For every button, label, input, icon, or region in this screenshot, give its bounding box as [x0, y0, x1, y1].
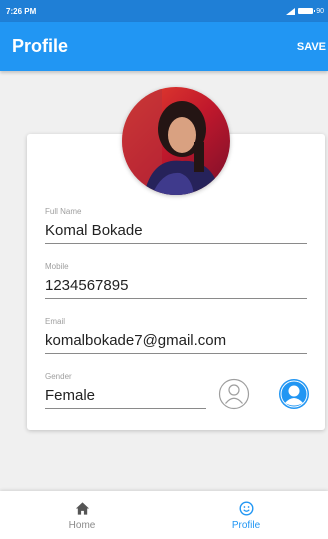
nav-label-home: Home — [68, 520, 96, 531]
signal-icon — [286, 7, 296, 15]
smiley-icon — [239, 501, 253, 516]
battery-icon — [298, 8, 316, 14]
status-bar: 7:26 PM 90 — [0, 0, 328, 22]
page-title: Profile — [12, 36, 69, 56]
full-name-field[interactable]: Full Name Komal Bokade — [45, 207, 307, 244]
nav-item-profile[interactable]: Profile — [164, 491, 328, 539]
avatar-photo — [122, 87, 230, 195]
male-person-outline-icon[interactable] — [218, 378, 250, 410]
status-icons: 90 — [286, 7, 324, 15]
mobile-input[interactable]: 1234567895 — [45, 277, 307, 299]
home-icon — [75, 502, 89, 515]
female-person-filled-icon[interactable] — [278, 378, 310, 410]
nav-item-home[interactable]: Home — [0, 491, 164, 539]
full-name-input[interactable]: Komal Bokade — [45, 222, 307, 244]
mobile-label: Mobile — [45, 262, 69, 271]
status-time: 7:26 PM — [6, 6, 37, 16]
gender-label: Gender — [45, 372, 72, 381]
email-input[interactable]: komalbokade7@gmail.com — [45, 332, 307, 354]
bottom-nav: Home Profile — [0, 491, 328, 539]
full-name-label: Full Name — [45, 207, 82, 216]
nav-label-profile: Profile — [231, 520, 261, 531]
gender-input[interactable]: Female — [45, 387, 206, 409]
email-label: Email — [45, 317, 66, 326]
app-bar: Profile SAVE — [0, 22, 328, 71]
mobile-field[interactable]: Mobile 1234567895 — [45, 262, 307, 299]
email-field[interactable]: Email komalbokade7@gmail.com — [45, 317, 307, 354]
gender-field[interactable]: Gender Female — [45, 372, 206, 409]
avatar[interactable] — [122, 87, 230, 195]
battery-level: 90 — [316, 7, 324, 15]
save-button[interactable]: SAVE — [297, 41, 326, 53]
